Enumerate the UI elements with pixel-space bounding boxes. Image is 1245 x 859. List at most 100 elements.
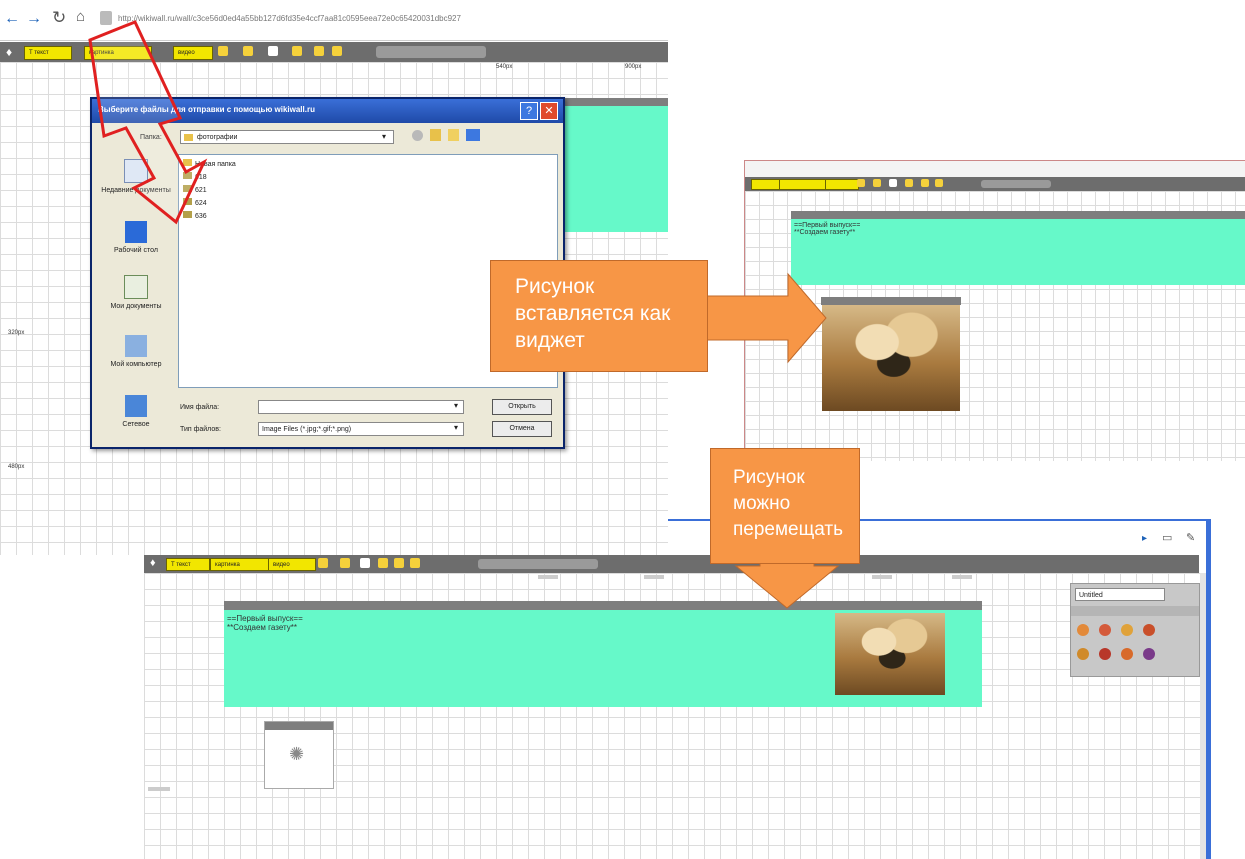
cancel-button[interactable]: Отмена: [492, 421, 552, 437]
places-recent[interactable]: Недавние документы: [96, 159, 176, 194]
picture-button[interactable]: [779, 179, 829, 190]
view-menu-icon[interactable]: [466, 129, 480, 141]
video-button[interactable]: [825, 179, 859, 190]
open-button[interactable]: Открыть: [492, 399, 552, 415]
marker-tool-icon[interactable]: [340, 558, 350, 568]
url-text[interactable]: http://wikiwall.ru/wall/c3ce56d0ed4a55bb…: [118, 14, 666, 23]
home-icon[interactable]: ⌂: [76, 8, 85, 25]
wall-canvas[interactable]: ==Первый выпуск== **Создаем газету** ✺ U…: [144, 573, 1206, 859]
arrow-tool-icon[interactable]: [292, 46, 302, 56]
my-documents-icon: [124, 275, 148, 299]
filetype-select[interactable]: Image Files (*.jpg;*.gif;*.png): [258, 422, 464, 436]
line-tool-icon[interactable]: [394, 558, 404, 568]
app-toolbar: ♦ T текст картинка видео: [0, 42, 668, 62]
text-widget[interactable]: ==Первый выпуск== **Создаем газету**: [224, 610, 982, 707]
loading-widget-header[interactable]: [265, 722, 333, 730]
nav-back-icon[interactable]: [412, 130, 423, 141]
wrench-icon[interactable]: ✎: [1186, 531, 1195, 544]
places-documents[interactable]: Мои документы: [96, 275, 176, 310]
text-widget[interactable]: ==Первый выпуск== **Создаем газету**: [791, 219, 1245, 285]
smiley-icon[interactable]: [1121, 648, 1133, 660]
marker-tool-icon[interactable]: [873, 179, 881, 187]
callout-insert-text: Рисунок вставляется как виджет: [515, 275, 671, 352]
picture-button[interactable]: картинка: [210, 558, 270, 571]
back-icon[interactable]: ←: [4, 10, 20, 28]
image-widget-header[interactable]: [821, 297, 961, 305]
smiley-icon[interactable]: [1143, 624, 1155, 636]
dialog-places-bar: Недавние документы Рабочий стол Мои доку…: [96, 155, 176, 445]
reload-icon[interactable]: ↻: [52, 8, 66, 28]
smiley-icon[interactable]: [1077, 624, 1089, 636]
text-button[interactable]: T текст: [166, 558, 210, 571]
file-item[interactable]: 636: [183, 211, 207, 220]
bulb-icon[interactable]: ♦: [150, 557, 156, 569]
callout-move: Рисунок можно перемещать: [710, 448, 860, 564]
my-computer-icon: [125, 335, 147, 357]
loading-widget[interactable]: ✺: [264, 721, 334, 789]
widget-header[interactable]: [791, 211, 1245, 219]
video-button[interactable]: видео: [268, 558, 316, 571]
places-computer[interactable]: Мой компьютер: [96, 335, 176, 368]
smiley-icon[interactable]: [1099, 624, 1111, 636]
pen-tool-icon[interactable]: [857, 179, 865, 187]
text-widget[interactable]: [555, 106, 668, 232]
smiley-icon[interactable]: [1143, 648, 1155, 660]
grid-tool-icon[interactable]: [410, 558, 420, 568]
line-tool-icon[interactable]: [314, 46, 324, 56]
image-widget[interactable]: [822, 305, 960, 411]
arrow-tool-icon[interactable]: [905, 179, 913, 187]
widget-header[interactable]: [555, 98, 668, 106]
callout-move-text: Рисунок можно перемещать: [733, 467, 844, 540]
image-widget[interactable]: [835, 613, 945, 695]
chevron-down-icon[interactable]: ▾: [454, 423, 458, 432]
grid-tool-icon[interactable]: [332, 46, 342, 56]
panel-search-input[interactable]: Untitled: [1075, 588, 1165, 601]
spinner-icon: ✺: [289, 744, 305, 764]
places-desktop[interactable]: Рабочий стол: [96, 221, 176, 254]
up-folder-icon[interactable]: [430, 129, 441, 141]
arrow-tool-icon[interactable]: [378, 558, 388, 568]
filetype-label: Тип файлов:: [180, 426, 221, 433]
file-item[interactable]: 621: [183, 185, 207, 194]
file-item[interactable]: 624: [183, 198, 207, 207]
page-menu-icon[interactable]: ▭: [1162, 531, 1172, 544]
forward-icon[interactable]: →: [26, 10, 42, 28]
bulb-icon[interactable]: ♦: [6, 45, 12, 59]
line-tool-icon[interactable]: [921, 179, 929, 187]
folder-value: фотографии: [197, 134, 238, 141]
widget-text-line: **Создаем газету**: [794, 229, 856, 236]
marker-tool-icon[interactable]: [243, 46, 253, 56]
browser-address-bar: ← → ↻ ⌂ http://wikiwall.ru/wall/c3ce56d0…: [0, 0, 668, 41]
smiley-icon[interactable]: [1077, 648, 1089, 660]
pen-tool-icon[interactable]: [218, 46, 228, 56]
smiley-icon[interactable]: [1121, 624, 1133, 636]
toolbar-slider[interactable]: [981, 180, 1051, 188]
toolbar-slider[interactable]: [478, 559, 598, 569]
image-file-icon: [183, 172, 192, 179]
screenshot-move: ▸ ▭ ✎ ♦ T текст картинка видео ==Первый …: [144, 519, 1211, 859]
play-icon[interactable]: ▸: [1142, 533, 1147, 544]
picture-button[interactable]: картинка: [84, 46, 152, 60]
close-icon[interactable]: ✕: [540, 102, 558, 120]
file-item[interactable]: Новая папка: [183, 159, 236, 168]
new-folder-icon[interactable]: [448, 129, 459, 141]
video-button[interactable]: видео: [173, 46, 213, 60]
text-button[interactable]: T текст: [24, 46, 72, 60]
chevron-down-icon[interactable]: ▾: [454, 401, 458, 410]
filename-input[interactable]: [258, 400, 464, 414]
image-file-icon: [183, 185, 192, 192]
toolbar-slider[interactable]: [376, 46, 486, 58]
folder-select[interactable]: фотографии: [180, 130, 394, 144]
eraser-tool-icon[interactable]: [889, 179, 897, 187]
pen-tool-icon[interactable]: [318, 558, 328, 568]
chevron-down-icon[interactable]: ▾: [382, 132, 386, 141]
file-item[interactable]: 618: [183, 172, 207, 181]
grid-tool-icon[interactable]: [935, 179, 943, 187]
eraser-tool-icon[interactable]: [268, 46, 278, 56]
eraser-tool-icon[interactable]: [360, 558, 370, 568]
places-network[interactable]: Сетевое: [96, 395, 176, 428]
browser-address-bar: [745, 161, 1245, 177]
smiley-icon[interactable]: [1099, 648, 1111, 660]
help-icon[interactable]: ?: [520, 102, 538, 120]
widget-header[interactable]: [224, 601, 982, 610]
